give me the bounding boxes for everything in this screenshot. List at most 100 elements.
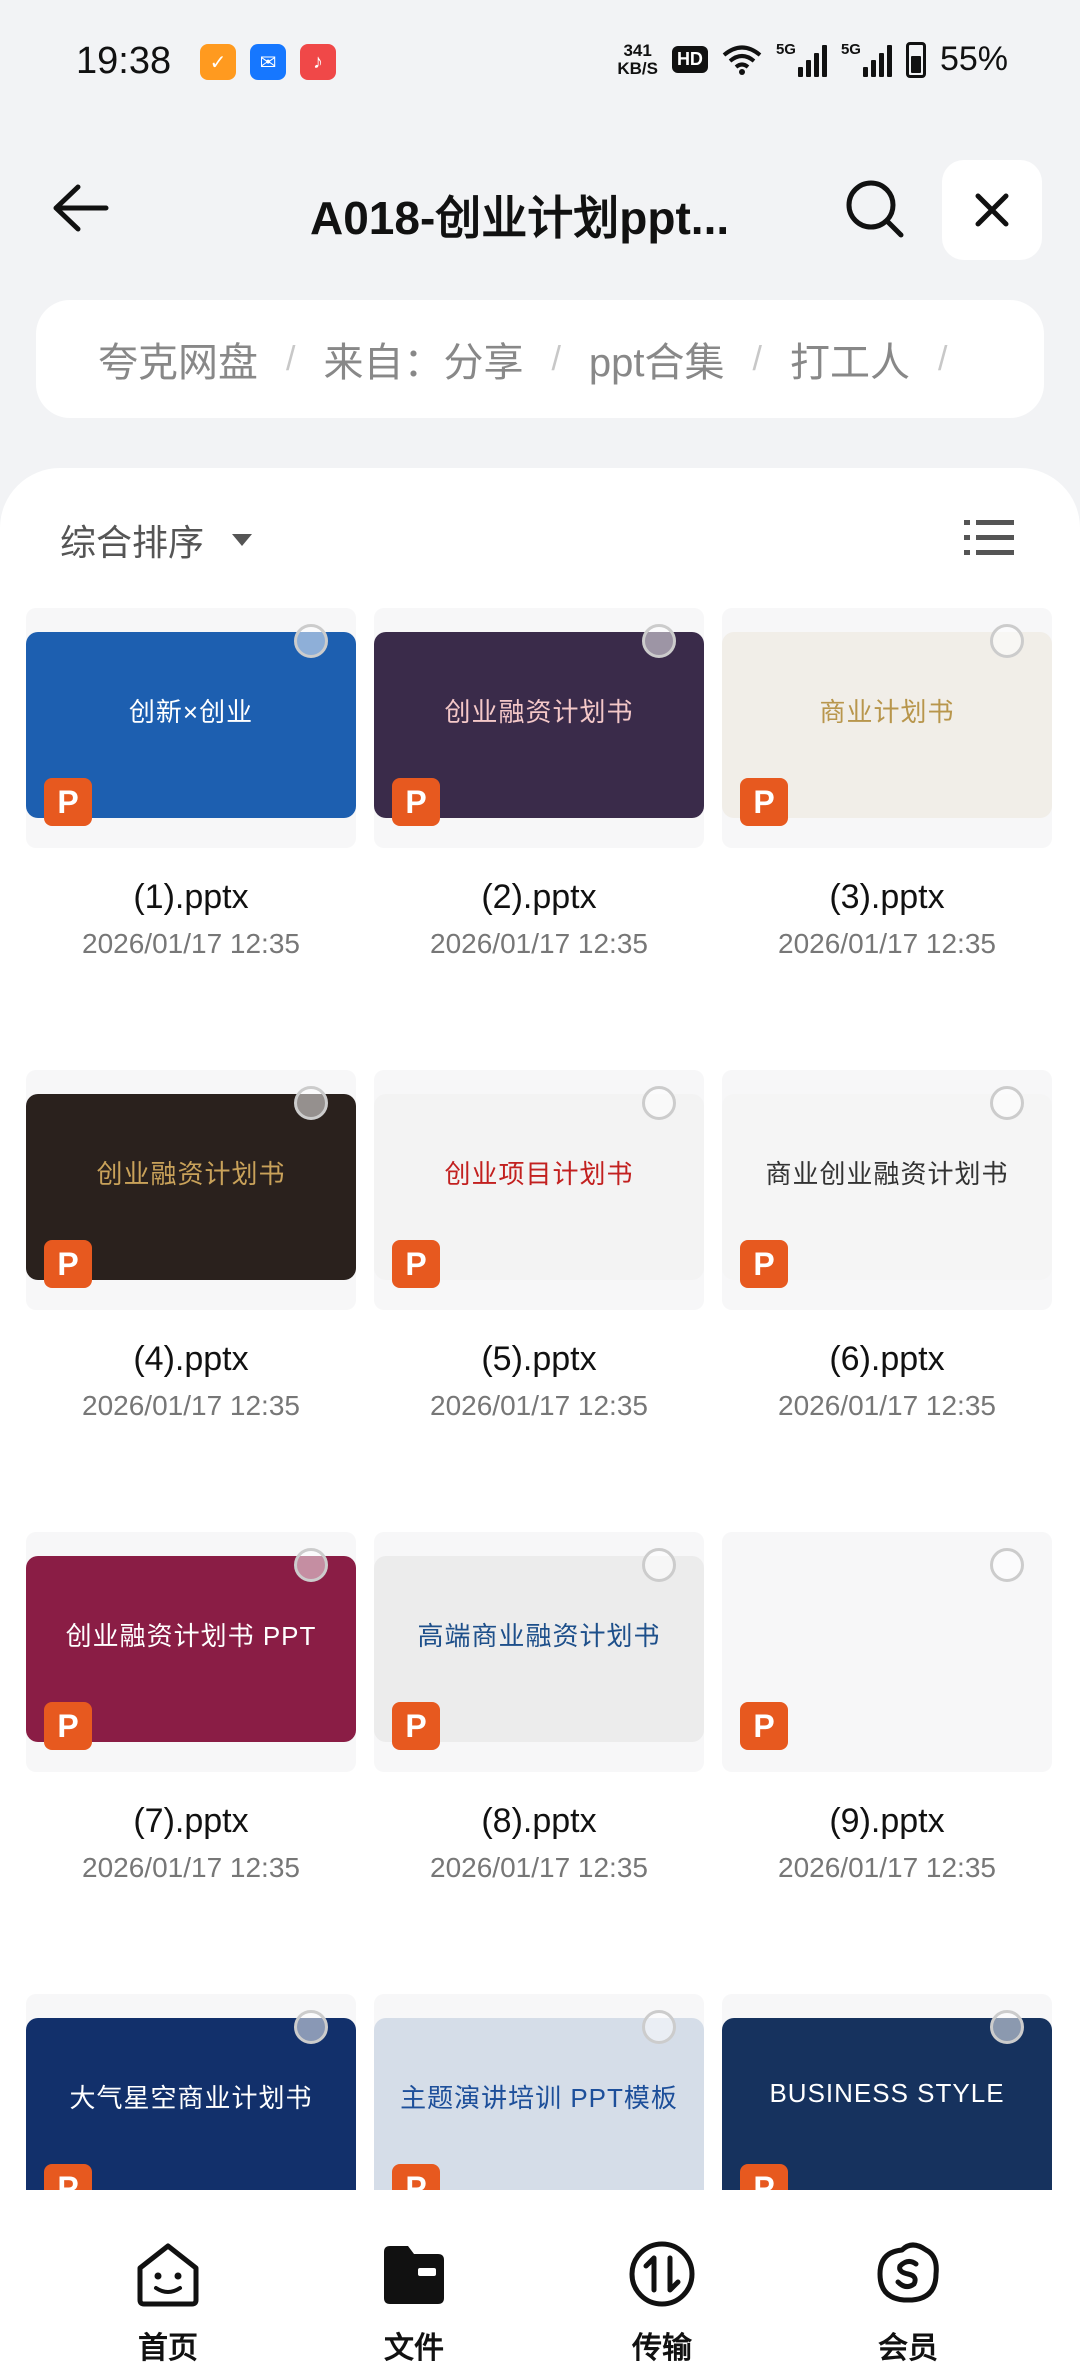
battery-icon	[905, 41, 926, 78]
select-checkbox[interactable]	[642, 624, 676, 658]
file-date: 2026/01/17 12:35	[430, 928, 648, 959]
thumbnail-title: 高端商业融资计划书	[417, 1621, 661, 1651]
breadcrumb-separator: /	[551, 339, 561, 378]
file-name: (3).pptx	[829, 878, 945, 916]
select-checkbox[interactable]	[990, 1548, 1024, 1582]
breadcrumb-item-worker[interactable]: 打工人	[790, 330, 910, 388]
file-thumbnail-frame: BUSINESS STYLE P	[722, 1994, 1052, 2216]
file-date: 2026/01/17 12:35	[778, 1390, 996, 1421]
file-thumbnail-frame: 创新×创业 P	[26, 608, 356, 848]
file-name: (6).pptx	[829, 1340, 945, 1378]
file-thumbnail-frame: 主题演讲培训 PPT模板 P	[374, 1994, 704, 2216]
nav-files[interactable]: 文件	[334, 2238, 494, 2367]
sort-dropdown[interactable]: 综合排序	[60, 514, 253, 566]
nav-vip[interactable]: 会员	[828, 2238, 988, 2367]
select-checkbox[interactable]	[294, 1548, 328, 1582]
ppt-file-icon: P	[44, 1702, 92, 1750]
file-name: (8).pptx	[481, 1802, 597, 1840]
ppt-file-icon: P	[740, 1702, 788, 1750]
file-list-panel: 综合排序 创新×创业 P (1).pptx 2026/01/17 12:35 创业融资计…	[0, 468, 1080, 2216]
thumbnail-title: 主题演讲培训 PPT模板	[400, 2083, 678, 2113]
select-checkbox[interactable]	[294, 2010, 328, 2044]
thumbnail-title: 创新×创业	[128, 697, 254, 727]
search-icon	[846, 180, 904, 238]
search-button[interactable]	[838, 172, 910, 244]
bottom-navigation: 首页 文件 传输 会员	[0, 2190, 1080, 2376]
file-thumbnail-frame: 商业创业融资计划书 P	[722, 1070, 1052, 1310]
vip-icon	[877, 2242, 939, 2303]
close-icon	[975, 193, 1009, 227]
nav-transfer-label: 传输	[632, 2332, 692, 2365]
select-checkbox[interactable]	[990, 1086, 1024, 1120]
back-button[interactable]	[44, 172, 116, 244]
app-notification-icon: ✓	[200, 44, 236, 80]
file-card[interactable]: 创业融资计划书 P (2).pptx 2026/01/17 12:35	[374, 608, 704, 1008]
file-card[interactable]: BUSINESS STYLE P	[722, 1994, 1052, 2216]
ppt-file-icon: P	[392, 778, 440, 826]
thumbnail-title: 创业融资计划书	[96, 1159, 286, 1189]
mail-notification-icon: ✉	[250, 44, 286, 80]
caret-down-icon	[232, 534, 253, 546]
net-speed: 341 KB/S	[617, 40, 658, 78]
file-card[interactable]: 商业创业融资计划书 P (6).pptx 2026/01/17 12:35	[722, 1070, 1052, 1470]
transfer-icon	[629, 2241, 695, 2307]
breadcrumb-item-ppt[interactable]: ppt合集	[589, 330, 725, 388]
thumbnail-title: 创业融资计划书	[444, 697, 634, 727]
page-title: A018-创业计划ppt...	[310, 192, 730, 244]
thumbnail-title: BUSINESS STYLE	[769, 2078, 1005, 2108]
home-face-icon	[137, 2243, 199, 2307]
file-card[interactable]: 创新×创业 P (1).pptx 2026/01/17 12:35	[26, 608, 356, 1008]
status-time: 19:38	[76, 40, 172, 82]
breadcrumb-separator: /	[286, 339, 296, 378]
battery-percent: 55%	[939, 40, 1008, 78]
file-card[interactable]: 大气星空商业计划书 P	[26, 1994, 356, 2216]
file-card[interactable]: 商业计划书 P (3).pptx 2026/01/17 12:35	[722, 608, 1052, 1008]
file-name: (7).pptx	[133, 1802, 249, 1840]
ppt-file-icon: P	[740, 778, 788, 826]
breadcrumb-separator: /	[752, 339, 762, 378]
nav-transfer[interactable]: 传输	[582, 2238, 742, 2367]
select-checkbox[interactable]	[990, 2010, 1024, 2044]
breadcrumb-separator: /	[937, 339, 948, 378]
file-card[interactable]: 主题演讲培训 PPT模板 P	[374, 1994, 704, 2216]
file-thumbnail-frame: 创业融资计划书 P	[374, 608, 704, 848]
close-button[interactable]	[942, 160, 1042, 260]
file-card[interactable]: 创业融资计划书 PPT P (7).pptx 2026/01/17 12:35	[26, 1532, 356, 1932]
file-card[interactable]: P (9).pptx 2026/01/17 12:35	[722, 1532, 1052, 1932]
back-arrow-icon	[53, 184, 109, 232]
file-thumbnail-frame: 创业融资计划书 P	[26, 1070, 356, 1310]
file-date: 2026/01/17 12:35	[82, 1852, 300, 1883]
file-thumbnail-frame: 高端商业融资计划书 P	[374, 1532, 704, 1772]
file-name: (4).pptx	[133, 1340, 249, 1378]
select-checkbox[interactable]	[642, 1086, 676, 1120]
select-checkbox[interactable]	[642, 2010, 676, 2044]
file-date: 2026/01/17 12:35	[778, 928, 996, 959]
breadcrumb-item-shared[interactable]: 来自：分享	[323, 330, 523, 388]
select-checkbox[interactable]	[294, 624, 328, 658]
thumbnail-title: 商业创业融资计划书	[765, 1159, 1009, 1189]
file-thumbnail-frame: 创业项目计划书 P	[374, 1070, 704, 1310]
sort-label: 综合排序	[60, 522, 205, 563]
file-card[interactable]: 创业项目计划书 P (5).pptx 2026/01/17 12:35	[374, 1070, 704, 1470]
file-date: 2026/01/17 12:35	[82, 1390, 300, 1421]
ppt-file-icon: P	[44, 1240, 92, 1288]
list-view-icon[interactable]	[964, 516, 1014, 560]
folder-icon	[384, 2246, 444, 2304]
select-checkbox[interactable]	[294, 1086, 328, 1120]
file-thumbnail-frame: 商业计划书 P	[722, 608, 1052, 848]
music-notification-icon: ♪	[300, 44, 336, 80]
thumbnail-title: 大气星空商业计划书	[69, 2083, 313, 2113]
thumbnail-title: 商业计划书	[819, 697, 955, 727]
ppt-file-icon: P	[392, 1702, 440, 1750]
nav-home[interactable]: 首页	[88, 2238, 248, 2367]
breadcrumb-item-root[interactable]: 夸克网盘	[98, 330, 258, 388]
select-checkbox[interactable]	[990, 624, 1024, 658]
ppt-file-icon: P	[44, 778, 92, 826]
file-date: 2026/01/17 12:35	[430, 1852, 648, 1883]
select-checkbox[interactable]	[642, 1548, 676, 1582]
file-card[interactable]: 创业融资计划书 P (4).pptx 2026/01/17 12:35	[26, 1070, 356, 1470]
file-thumbnail-frame: P	[722, 1532, 1052, 1772]
file-name: (9).pptx	[829, 1802, 945, 1840]
file-card[interactable]: 高端商业融资计划书 P (8).pptx 2026/01/17 12:35	[374, 1532, 704, 1932]
status-indicators: 341 KB/S HD 5G 5G 55%	[617, 40, 1008, 79]
